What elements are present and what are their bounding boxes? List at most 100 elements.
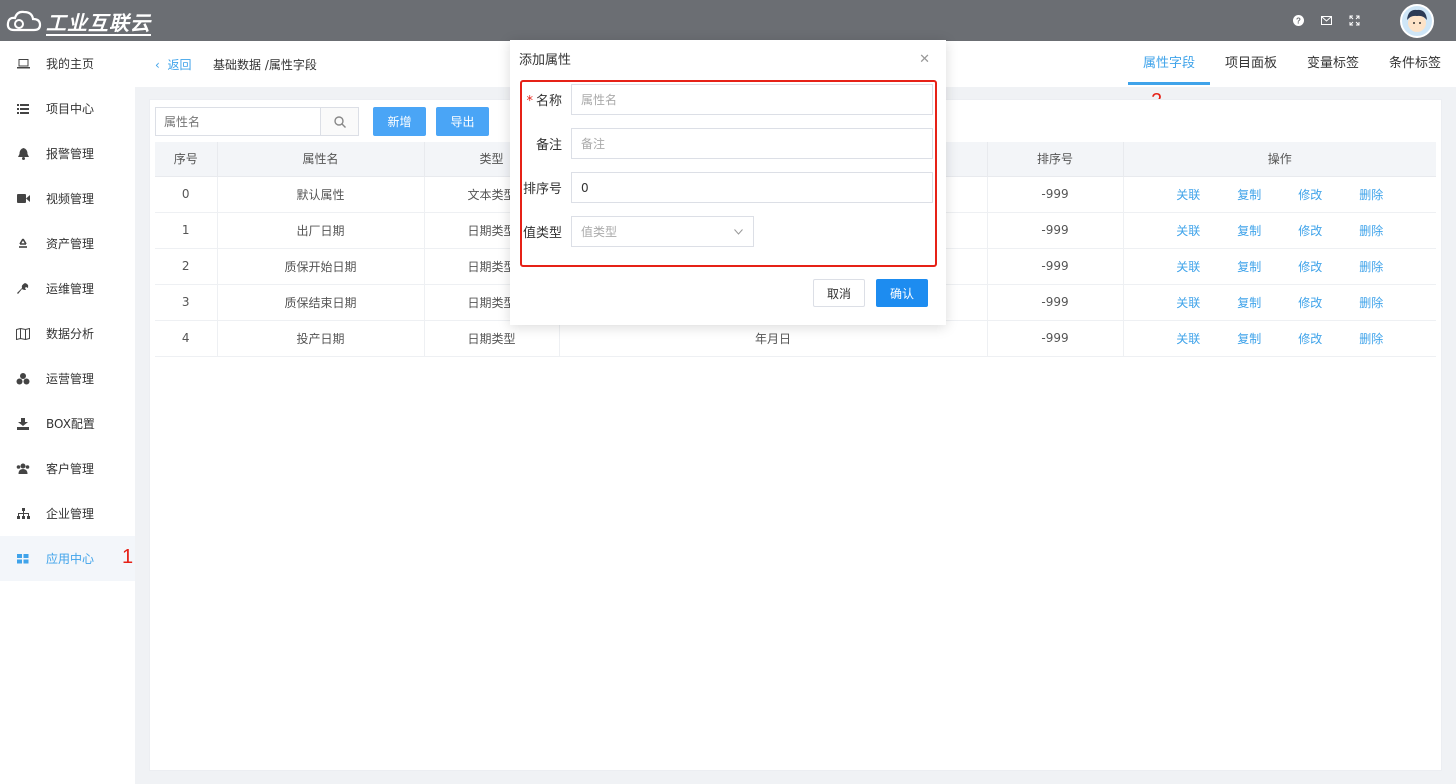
- sidebar-item-operations[interactable]: 运营管理: [0, 356, 135, 401]
- top-bar: 工业互联云 ?: [0, 0, 1456, 41]
- cloud-logo-icon: [6, 10, 42, 32]
- order-field[interactable]: [571, 172, 933, 203]
- search-button[interactable]: [320, 108, 358, 135]
- column-header: 排序号: [987, 142, 1124, 177]
- delete-action[interactable]: 删除: [1341, 258, 1402, 275]
- delete-action[interactable]: 删除: [1341, 294, 1402, 311]
- tab-variable-tags[interactable]: 变量标签: [1292, 41, 1374, 85]
- sidebar-item-label: 项目中心: [46, 102, 95, 116]
- sidebar-item-app-center[interactable]: 应用中心 1: [0, 536, 135, 581]
- copy-action[interactable]: 复制: [1219, 294, 1280, 311]
- cell-order: -999: [987, 284, 1124, 321]
- cubes-icon: [16, 372, 30, 386]
- value-type-select[interactable]: 值类型: [571, 216, 754, 247]
- name-field[interactable]: [571, 84, 933, 115]
- column-header: 属性名: [217, 142, 425, 177]
- recycle-icon: [16, 237, 30, 251]
- edit-action[interactable]: 修改: [1280, 186, 1341, 203]
- search-box: [155, 107, 359, 136]
- sidebar-item-box-config[interactable]: BOX配置: [0, 401, 135, 446]
- close-icon[interactable]: ✕: [919, 52, 930, 67]
- add-button[interactable]: 新增: [373, 107, 426, 136]
- add-attribute-dialog: 添加属性 ✕ *名称 备注 排序号 值类型 值类型 取消 确认: [510, 40, 946, 325]
- delete-action[interactable]: 删除: [1341, 186, 1402, 203]
- note-field[interactable]: [571, 128, 933, 159]
- cell-order: -999: [987, 176, 1124, 213]
- sitemap-icon: [16, 507, 30, 521]
- link-action[interactable]: 关联: [1158, 330, 1219, 347]
- cell-name: 质保结束日期: [217, 284, 425, 321]
- sidebar-item-ops[interactable]: 运维管理: [0, 266, 135, 311]
- note-label: 备注: [535, 138, 562, 153]
- column-header: 序号: [155, 142, 218, 177]
- cell-actions: 关联 复制 修改 删除: [1123, 212, 1436, 249]
- sidebar-item-alarms[interactable]: 报警管理: [0, 131, 135, 176]
- back-link[interactable]: ‹ 返回: [155, 56, 191, 73]
- wrench-icon: [16, 282, 30, 296]
- app-logo[interactable]: 工业互联云: [6, 6, 151, 36]
- cell-index: 0: [155, 176, 218, 213]
- video-icon: [16, 192, 30, 206]
- cell-name: 投产日期: [217, 320, 425, 357]
- export-button[interactable]: 导出: [436, 107, 489, 136]
- list-icon: [16, 102, 30, 116]
- fullscreen-icon[interactable]: [1347, 13, 1361, 27]
- delete-action[interactable]: 删除: [1341, 222, 1402, 239]
- grid-icon: [16, 552, 30, 566]
- edit-action[interactable]: 修改: [1280, 330, 1341, 347]
- cell-actions: 关联 复制 修改 删除: [1123, 320, 1436, 357]
- tab-project-panel[interactable]: 项目面板: [1210, 41, 1292, 85]
- sidebar-item-customers[interactable]: 客户管理: [0, 446, 135, 491]
- sidebar-item-video[interactable]: 视频管理: [0, 176, 135, 221]
- svg-text:?: ?: [1296, 16, 1301, 25]
- help-icon[interactable]: ?: [1291, 13, 1305, 27]
- sidebar-item-home[interactable]: 我的主页: [0, 41, 135, 86]
- tab-attribute-fields[interactable]: 属性字段: [1127, 41, 1210, 85]
- avatar[interactable]: [1400, 4, 1434, 38]
- tab-condition-tags[interactable]: 条件标签: [1374, 41, 1456, 85]
- download-icon: [16, 417, 30, 431]
- value-type-row: 值类型 值类型: [510, 216, 754, 247]
- cell-index: 2: [155, 248, 218, 285]
- link-action[interactable]: 关联: [1158, 258, 1219, 275]
- search-input[interactable]: [156, 108, 320, 135]
- mail-icon[interactable]: [1319, 13, 1333, 27]
- sidebar-item-label: 应用中心: [46, 552, 95, 566]
- breadcrumb: 基础数据 /属性字段: [213, 58, 317, 72]
- link-action[interactable]: 关联: [1158, 294, 1219, 311]
- table-row: 4 投产日期 日期类型 年月日 -999 关联 复制 修改 删除: [155, 320, 1436, 357]
- name-label: 名称: [535, 94, 562, 109]
- column-header: 操作: [1123, 142, 1436, 177]
- cell-order: -999: [987, 248, 1124, 285]
- value-type-placeholder: 值类型: [581, 225, 618, 239]
- delete-action[interactable]: 删除: [1341, 330, 1402, 347]
- edit-action[interactable]: 修改: [1280, 258, 1341, 275]
- sidebar-item-assets[interactable]: 资产管理: [0, 221, 135, 266]
- cell-extra: 年月日: [559, 320, 988, 357]
- search-icon: [333, 115, 346, 128]
- confirm-button[interactable]: 确认: [876, 279, 928, 307]
- link-action[interactable]: 关联: [1158, 186, 1219, 203]
- sidebar-item-label: BOX配置: [46, 417, 95, 431]
- copy-action[interactable]: 复制: [1219, 330, 1280, 347]
- value-type-label: 值类型: [522, 226, 562, 241]
- tab-bar: 属性字段 项目面板 变量标签 条件标签: [1127, 41, 1456, 85]
- sidebar-item-label: 我的主页: [46, 57, 95, 71]
- sidebar-item-enterprise[interactable]: 企业管理: [0, 491, 135, 536]
- order-label: 排序号: [522, 182, 562, 197]
- copy-action[interactable]: 复制: [1219, 186, 1280, 203]
- sidebar-item-label: 运维管理: [46, 282, 95, 296]
- cell-actions: 关联 复制 修改 删除: [1123, 248, 1436, 285]
- sidebar-item-label: 运营管理: [46, 372, 95, 386]
- edit-action[interactable]: 修改: [1280, 222, 1341, 239]
- edit-action[interactable]: 修改: [1280, 294, 1341, 311]
- copy-action[interactable]: 复制: [1219, 258, 1280, 275]
- link-action[interactable]: 关联: [1158, 222, 1219, 239]
- cell-name: 质保开始日期: [217, 248, 425, 285]
- note-row: 备注: [510, 128, 933, 159]
- sidebar-item-analytics[interactable]: 数据分析: [0, 311, 135, 356]
- copy-action[interactable]: 复制: [1219, 222, 1280, 239]
- sidebar-item-projects[interactable]: 项目中心: [0, 86, 135, 131]
- cancel-button[interactable]: 取消: [813, 279, 865, 307]
- users-icon: [16, 462, 30, 476]
